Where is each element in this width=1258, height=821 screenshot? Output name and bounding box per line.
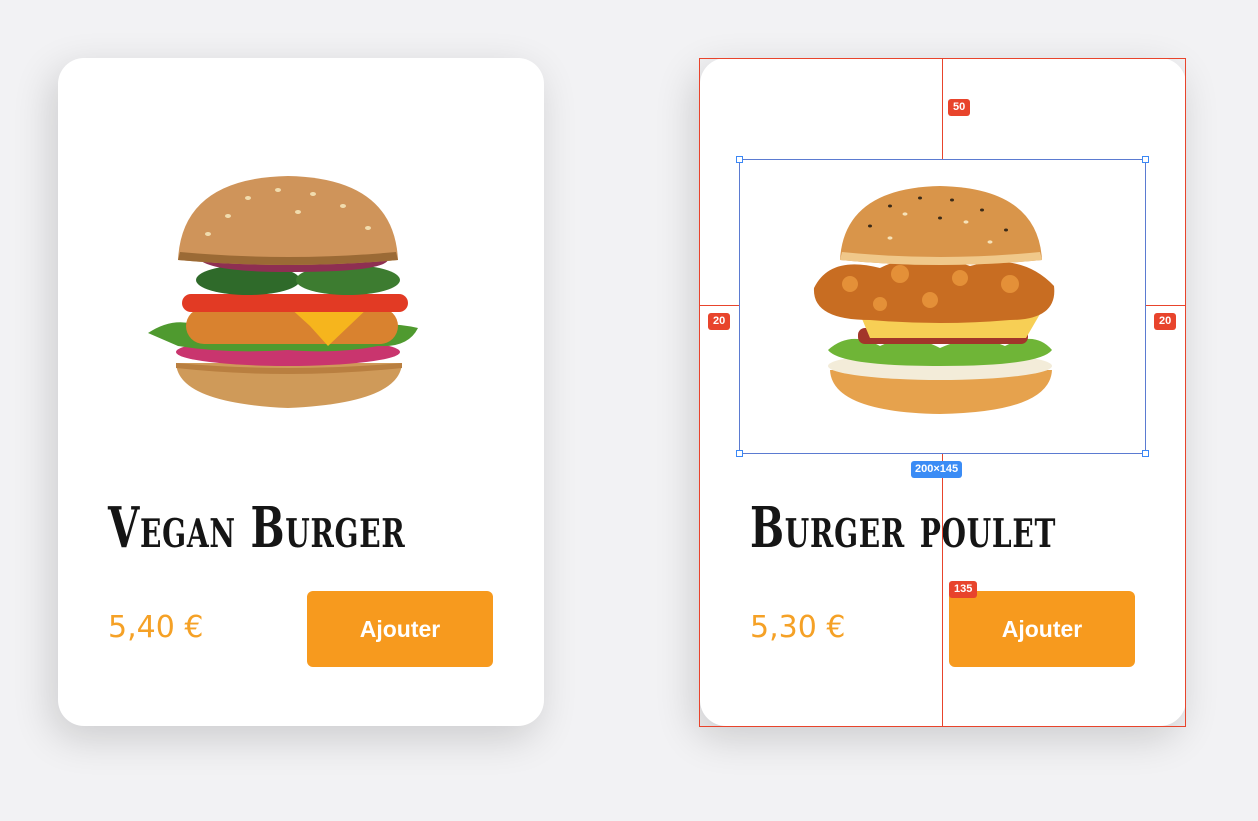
product-card-vegan-burger: Vegan Burger 5,40 € Ajouter [58, 58, 544, 726]
add-to-cart-button[interactable]: Ajouter [949, 591, 1135, 667]
product-price: 5,30 € [750, 610, 846, 645]
product-name: Burger poulet [750, 495, 1057, 561]
add-to-cart-button[interactable]: Ajouter [307, 591, 493, 667]
product-name: Vegan Burger [108, 495, 406, 561]
product-card-chicken-burger: Burger poulet 5,30 € Ajouter [700, 58, 1186, 726]
chicken-burger-image [813, 186, 1055, 414]
product-price: 5,40 € [108, 610, 204, 645]
vegan-burger-image [148, 176, 418, 408]
